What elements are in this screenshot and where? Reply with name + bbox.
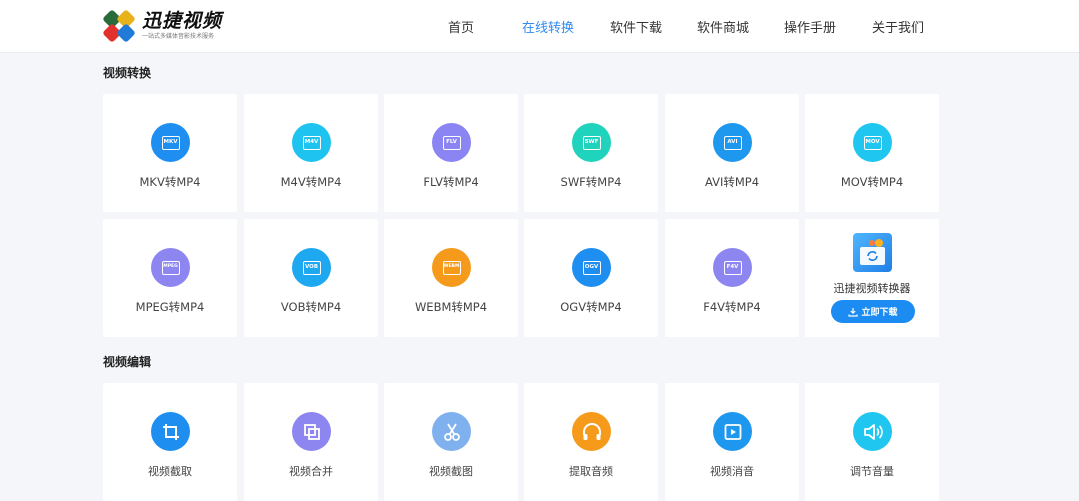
scissors-icon	[432, 412, 471, 451]
format-badge: M4V	[302, 135, 321, 150]
edit-card-volume[interactable]: 调节音量	[805, 383, 939, 501]
format-badge: MOV	[863, 135, 882, 150]
format-badge: AVI	[723, 135, 742, 150]
convert-card-mkv[interactable]: MKV MKV转MP4	[103, 94, 237, 212]
convert-card-label: MOV转MP4	[840, 175, 904, 189]
video-format-icon: MPEG	[151, 248, 190, 287]
nav-software-download[interactable]: 软件下载	[610, 17, 662, 36]
download-now-label: 立即下载	[861, 308, 898, 318]
edit-card-label: 视频截图	[429, 465, 473, 478]
download-now-button[interactable]: 立即下载	[831, 300, 915, 323]
video-format-icon: SWF	[572, 123, 611, 162]
section-title-video-edit: 视频编辑	[103, 355, 152, 369]
format-badge: VOB	[302, 260, 321, 275]
play-icon	[713, 412, 752, 451]
convert-card-ogv[interactable]: OGV OGV转MP4	[524, 219, 658, 337]
convert-card-vob[interactable]: VOB VOB转MP4	[244, 219, 378, 337]
logo-mark-icon	[102, 9, 136, 43]
merge-icon	[292, 412, 331, 451]
convert-card-f4v[interactable]: F4V F4V转MP4	[665, 219, 799, 337]
convert-card-label: MKV转MP4	[139, 175, 201, 189]
video-format-icon: FLV	[432, 123, 471, 162]
video-format-icon: VOB	[292, 248, 331, 287]
nav-software-store[interactable]: 软件商城	[697, 17, 749, 36]
convert-card-label: M4V转MP4	[280, 175, 342, 189]
convert-card-flv[interactable]: FLV FLV转MP4	[384, 94, 518, 212]
edit-card-label: 视频截取	[148, 465, 192, 478]
edit-card-extract-audio[interactable]: 提取音频	[524, 383, 658, 501]
edit-card-crop[interactable]: 视频截取	[103, 383, 237, 501]
download-icon	[848, 307, 859, 317]
format-badge: MPEG	[161, 260, 180, 275]
edit-card-merge[interactable]: 视频合并	[244, 383, 378, 501]
headphones-icon	[572, 412, 611, 451]
convert-card-label: SWF转MP4	[560, 175, 622, 189]
convert-card-label: AVI转MP4	[704, 175, 760, 189]
convert-card-label: FLV转MP4	[423, 175, 479, 189]
logo-subtitle: 一站式多媒体音影技术服务	[142, 33, 215, 40]
nav-about-us[interactable]: 关于我们	[872, 17, 924, 36]
convert-card-label: OGV转MP4	[560, 300, 622, 314]
video-format-icon: M4V	[292, 123, 331, 162]
converter-app-icon	[853, 233, 892, 272]
convert-card-webm[interactable]: WEBM WEBM转MP4	[384, 219, 518, 337]
edit-card-label: 视频合并	[289, 465, 333, 478]
edit-card-label: 调节音量	[850, 465, 894, 478]
promo-card: 迅捷视频转换器 立即下载	[805, 219, 939, 337]
video-format-icon: AVI	[713, 123, 752, 162]
convert-card-label: WEBM转MP4	[414, 300, 488, 314]
format-badge: OGV	[582, 260, 601, 275]
video-format-icon: F4V	[713, 248, 752, 287]
logo-title: 迅捷视频	[142, 10, 223, 32]
edit-card-label: 提取音频	[569, 465, 613, 478]
format-badge: WEBM	[442, 260, 461, 275]
convert-card-label: VOB转MP4	[280, 300, 342, 314]
edit-card-label: 视频消音	[710, 465, 754, 478]
format-badge: SWF	[582, 135, 601, 150]
video-format-icon: MKV	[151, 123, 190, 162]
section-title-video-convert: 视频转换	[103, 66, 152, 80]
nav-online-convert[interactable]: 在线转换	[522, 17, 574, 36]
video-format-icon: OGV	[572, 248, 611, 287]
format-badge: FLV	[442, 135, 461, 150]
convert-card-label: MPEG转MP4	[135, 300, 205, 314]
top-header: 迅捷视频 一站式多媒体音影技术服务 首页 在线转换 软件下载 软件商城 操作手册…	[0, 0, 1079, 53]
video-format-icon: WEBM	[432, 248, 471, 287]
edit-card-mute[interactable]: 视频消音	[665, 383, 799, 501]
convert-card-m4v[interactable]: M4V M4V转MP4	[244, 94, 378, 212]
crop-icon	[151, 412, 190, 451]
nav-home[interactable]: 首页	[448, 17, 474, 36]
convert-card-swf[interactable]: SWF SWF转MP4	[524, 94, 658, 212]
edit-card-screenshot[interactable]: 视频截图	[384, 383, 518, 501]
nav-manual[interactable]: 操作手册	[784, 17, 836, 36]
video-format-icon: MOV	[853, 123, 892, 162]
format-badge: F4V	[723, 260, 742, 275]
convert-card-mpeg[interactable]: MPEG MPEG转MP4	[103, 219, 237, 337]
promo-label: 迅捷视频转换器	[833, 282, 911, 295]
convert-card-label: F4V转MP4	[703, 300, 761, 314]
speaker-icon	[853, 412, 892, 451]
convert-card-mov[interactable]: MOV MOV转MP4	[805, 94, 939, 212]
format-badge: MKV	[161, 135, 180, 150]
convert-card-avi[interactable]: AVI AVI转MP4	[665, 94, 799, 212]
logo[interactable]: 迅捷视频 一站式多媒体音影技术服务	[102, 9, 222, 43]
